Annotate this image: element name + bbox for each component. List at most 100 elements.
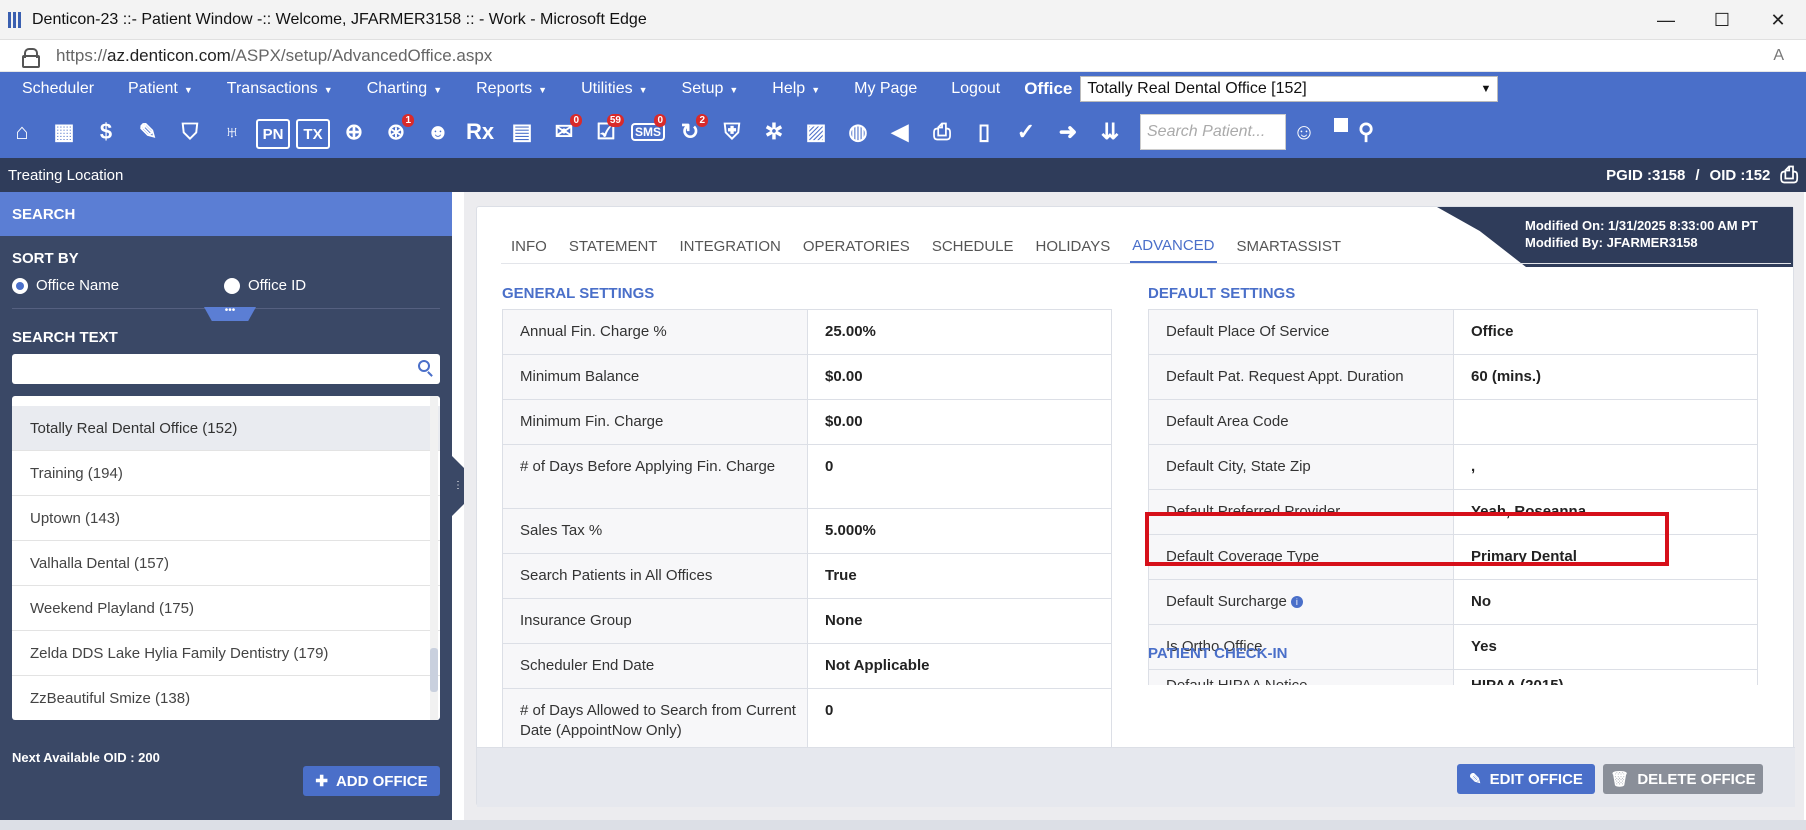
main-panel: Modified On: 1/31/2025 8:33:00 AM PT Mod… (464, 192, 1804, 820)
patient-search-icon[interactable]: ☺ (1286, 112, 1322, 152)
recall-icon[interactable]: ↻ 2 (672, 112, 708, 152)
list-item[interactable]: Uptown (143) (12, 496, 440, 541)
shield-arrow-icon[interactable]: ➜ (1050, 112, 1086, 152)
download-icon[interactable]: ⇊ (1092, 112, 1128, 152)
table-row: Insurance Group None (503, 599, 1111, 644)
add-office-button[interactable]: ✚ ADD OFFICE (303, 766, 440, 796)
menu-reports[interactable]: Reports ▼ (476, 80, 547, 98)
tab-integration[interactable]: INTEGRATION (677, 229, 782, 263)
home-icon[interactable]: ⌂ (4, 112, 40, 152)
insurance-shield-icon[interactable]: ⛨ (714, 112, 750, 152)
delete-office-button[interactable]: 🗑 DELETE OFFICE (1603, 764, 1763, 794)
table-row: Default Area Code (1149, 400, 1757, 445)
list-scroll-thumb[interactable] (430, 648, 438, 692)
network-icon[interactable]: ✲ (756, 112, 792, 152)
modified-on: Modified On: 1/31/2025 8:33:00 AM PT (1525, 218, 1758, 233)
modified-info: Modified On: 1/31/2025 8:33:00 AM PT Mod… (1437, 207, 1793, 267)
patients-group-icon[interactable]: ☻ (420, 112, 456, 152)
tab-operatories[interactable]: OPERATORIES (801, 229, 912, 263)
lock-icon[interactable] (22, 47, 40, 68)
tooth-icon[interactable]: ⛉ (172, 112, 208, 152)
list-item[interactable]: Totally Real Dental Office (152) (12, 406, 440, 451)
shield-check-icon[interactable]: ✓ (1008, 112, 1044, 152)
progress-notes-icon[interactable]: PN (256, 119, 290, 149)
list-item[interactable]: Weekend Playland (175) (12, 586, 440, 631)
list-item[interactable]: Valhalla Dental (157) (12, 541, 440, 586)
menu-utilities[interactable]: Utilities ▼ (581, 80, 647, 98)
minimize-button[interactable]: — (1638, 0, 1694, 40)
setting-label: Default Pat. Request Appt. Duration (1149, 355, 1454, 399)
analytics-icon[interactable]: ▨ (798, 112, 834, 152)
menu-transactions[interactable]: Transactions ▼ (227, 80, 333, 98)
advanced-search-icon[interactable]: ⚲ (1348, 112, 1384, 152)
office-select[interactable]: Totally Real Dental Office [152] ▼ (1080, 76, 1499, 102)
search-checkbox[interactable] (1334, 118, 1348, 132)
collapse-handle[interactable]: ••• (204, 307, 256, 321)
menu-logout[interactable]: Logout (951, 80, 1000, 98)
info-icon[interactable]: i (1290, 596, 1303, 609)
tooth-chart-icon[interactable]: ♅ (214, 112, 250, 152)
divider: ••• (12, 307, 440, 321)
document-icon[interactable]: ▯ (966, 112, 1002, 152)
setting-label: Insurance Group (503, 599, 808, 643)
office-search-input[interactable] (12, 354, 440, 384)
address-bar[interactable]: https://az.denticon.com/ASPX/setup/Advan… (0, 40, 1806, 72)
menu-charting[interactable]: Charting ▼ (367, 80, 442, 98)
print-icon[interactable]: ⎙ (924, 112, 960, 152)
web-gear-icon[interactable]: ⊛ 1 (378, 112, 414, 152)
location-bar: Treating Location PGID :3158 / OID :152 … (0, 158, 1806, 192)
chat-icon[interactable]: ✉ 0 (546, 112, 582, 152)
sidebar-splitter[interactable]: ⋮ (452, 456, 464, 516)
tab-advanced[interactable]: ADVANCED (1130, 229, 1217, 263)
sort-office-id-label[interactable]: Office ID (248, 277, 306, 294)
menu-setup[interactable]: Setup ▼ (682, 80, 739, 98)
add-patient-icon[interactable]: ⊕ (336, 112, 372, 152)
megaphone-icon[interactable]: ◀ (882, 112, 918, 152)
list-item[interactable]: Zelda DDS Lake Hylia Family Dentistry (1… (12, 631, 440, 676)
search-icon[interactable] (418, 360, 430, 372)
list-item[interactable]: ZzBeautiful Smize (138) (12, 676, 440, 720)
read-aloud-icon[interactable]: A (1773, 47, 1784, 65)
calendar-icon[interactable]: ▦ (46, 112, 82, 152)
patient-checkin-title: PATIENT CHECK-IN (1148, 645, 1288, 662)
default-settings-table: Default Place Of Service Office Default P… (1148, 309, 1758, 670)
tab-holidays[interactable]: HOLIDAYS (1034, 229, 1113, 263)
dropdown-arrow-icon: ▼ (1480, 83, 1492, 95)
globe-icon[interactable]: ◍ (840, 112, 876, 152)
url-text[interactable]: https://az.denticon.com/ASPX/setup/Advan… (56, 46, 492, 66)
maximize-button[interactable]: ☐ (1694, 0, 1750, 40)
tab-info[interactable]: INFO (509, 229, 549, 263)
rx-icon[interactable]: Rx (462, 112, 498, 152)
menu-scheduler[interactable]: Scheduler (22, 80, 94, 98)
next-oid-label: Next Available OID : 200 (12, 750, 160, 765)
setting-value: Primary Dental (1471, 548, 1577, 565)
search-patient-input[interactable]: Search Patient... (1140, 114, 1286, 150)
list-item[interactable]: Training (194) (12, 451, 440, 496)
caret-down-icon: ▼ (433, 85, 443, 95)
sidebar-header: SEARCH (0, 192, 452, 236)
sms-icon[interactable]: SMS 0 (630, 112, 666, 152)
treatment-plan-icon[interactable]: TX (296, 119, 330, 149)
printer-icon[interactable]: ⎙ (1780, 162, 1798, 188)
dollar-icon[interactable]: $ (88, 112, 124, 152)
setting-value: 0 (825, 458, 834, 475)
message-icon[interactable]: ▤ (504, 112, 540, 152)
tasks-icon[interactable]: ☑ 59 (588, 112, 624, 152)
menu-my-page[interactable]: My Page (854, 80, 917, 98)
menu-help[interactable]: Help ▼ (772, 80, 820, 98)
sort-office-name-label[interactable]: Office Name (36, 277, 224, 294)
tab-schedule[interactable]: SCHEDULE (930, 229, 1016, 263)
setting-value (1454, 400, 1757, 444)
sort-office-id-radio[interactable] (224, 277, 240, 294)
oid-label: OID :152 (1709, 166, 1771, 184)
edit-office-button[interactable]: ✎ EDIT OFFICE (1457, 764, 1595, 794)
menu-patient[interactable]: Patient ▼ (128, 80, 193, 98)
tab-smartassist[interactable]: SMARTASSIST (1235, 229, 1343, 263)
table-row: Default HIPAA NoticeHIPAA (2015) (1149, 670, 1757, 685)
close-button[interactable]: ✕ (1750, 0, 1806, 40)
window-title: Denticon-23 ::- Patient Window -:: Welco… (32, 10, 647, 28)
edit-chart-icon[interactable]: ✎ (130, 112, 166, 152)
setting-value: 5.000% (825, 522, 876, 539)
sort-office-name-radio[interactable] (12, 277, 28, 294)
tab-statement[interactable]: STATEMENT (567, 229, 660, 263)
